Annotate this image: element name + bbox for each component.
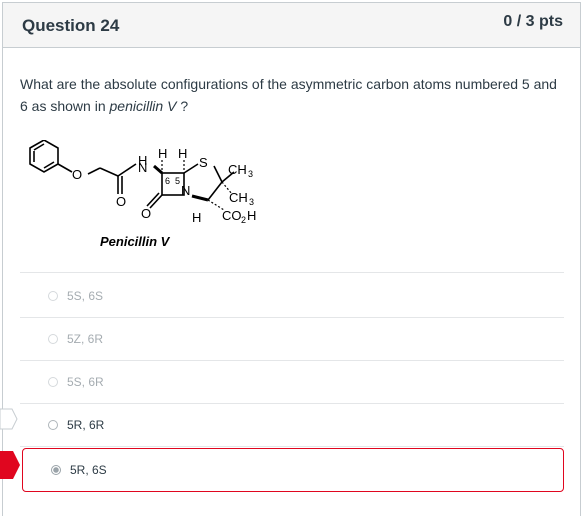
answer-option-4[interactable]: 5R, 6R [20, 405, 564, 445]
answer-label: 5R, 6R [67, 418, 105, 432]
question-points: 0 / 3 pts [503, 13, 563, 30]
c6-number: 6 [165, 176, 170, 186]
question-title: Question 24 [22, 16, 120, 35]
c3-h-label: H [192, 210, 201, 225]
question-text-end: ? [176, 98, 189, 114]
svg-text:3: 3 [248, 169, 253, 179]
answer-label: 5Z, 6R [67, 332, 104, 346]
ether-oxygen-label: O [72, 167, 82, 182]
incorrect-answer-arrow-icon [0, 451, 20, 479]
answer-option-3[interactable]: 5S, 6R [20, 362, 564, 402]
lactam-n-label: N [181, 183, 190, 198]
question-text: What are the absolute configurations of … [20, 73, 560, 117]
answer-label: 5S, 6S [67, 289, 104, 303]
answer-label: 5S, 6R [67, 375, 104, 389]
answer-label: 5R, 6S [70, 463, 107, 477]
answer-option-2[interactable]: 5Z, 6R [20, 319, 564, 359]
compound-name: Penicillin V [100, 234, 171, 249]
amide-oxygen-label: O [116, 194, 126, 209]
divider [20, 360, 564, 361]
radio-button[interactable] [48, 420, 58, 430]
radio-button[interactable] [48, 377, 58, 387]
radio-button[interactable] [48, 334, 58, 344]
question-text-main: What are the absolute configurations of … [20, 76, 557, 114]
methyl-upper-label: CH [228, 162, 247, 177]
correct-answer-arrow-icon [0, 408, 18, 430]
answer-option-1[interactable]: 5S, 6S [20, 276, 564, 316]
divider [20, 272, 564, 273]
amide-n-label: N [138, 160, 147, 175]
divider [20, 446, 564, 447]
question-text-compound: penicillin V [109, 98, 177, 114]
lactam-oxygen-label: O [141, 206, 151, 221]
svg-text:2: 2 [241, 215, 246, 225]
c6-h-label: H [158, 146, 167, 161]
penicillin-v-structure: O O H H H N S CH 3 CH 3 N H CO 2 H O 6 5… [29, 140, 256, 249]
answer-option-5-selected[interactable]: 5R, 6S [22, 448, 564, 492]
methyl-lower-label: CH [229, 190, 248, 205]
divider [20, 317, 564, 318]
svg-text:H: H [247, 208, 256, 223]
divider [20, 403, 564, 404]
radio-button-checked[interactable] [51, 465, 61, 475]
sulfur-label: S [199, 155, 208, 170]
c5-number: 5 [175, 176, 180, 186]
question-header: Question 24 0 / 3 pts [3, 3, 580, 48]
svg-text:3: 3 [249, 197, 254, 207]
carboxyl-label: CO [222, 208, 242, 223]
radio-button[interactable] [48, 291, 58, 301]
c5-h-label: H [178, 146, 187, 161]
